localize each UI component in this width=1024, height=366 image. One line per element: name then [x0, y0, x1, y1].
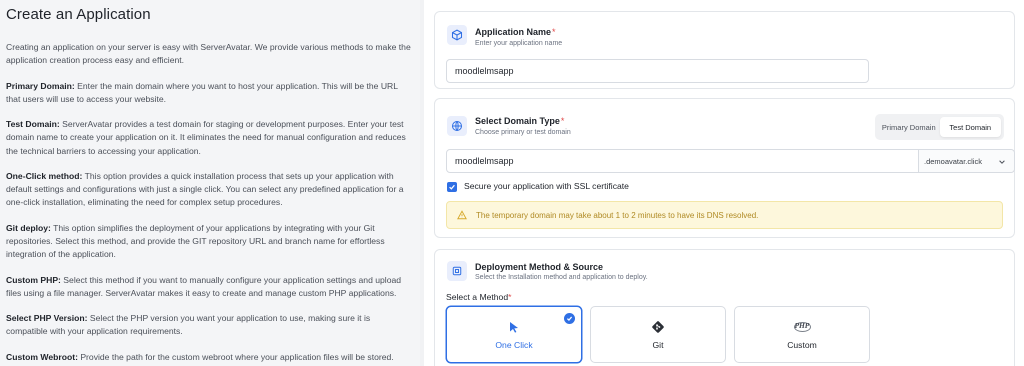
help-primary-domain: Primary Domain: Enter the main domain wh…	[6, 80, 398, 104]
method-one-click-label: One Click	[495, 339, 533, 350]
cube-icon	[447, 25, 467, 45]
domain-suffix-value: .demoavatar.click	[924, 156, 982, 166]
help-panel: Create an Application Creating an applic…	[0, 0, 420, 366]
test-domain-toggle[interactable]: Test Domain	[939, 117, 1001, 137]
deployment-method-title: Deployment Method & Source	[475, 262, 604, 272]
deployment-method-subtitle: Select the Installation method and appli…	[475, 274, 648, 281]
chevron-down-icon	[999, 160, 1005, 164]
help-git-deploy: Git deploy: This option simplifies the d…	[6, 222, 385, 260]
dns-warning-alert: The temporary domain may take about 1 to…	[446, 201, 1003, 229]
method-custom-label: Custom	[787, 339, 817, 350]
help-test-domain: Test Domain: ServerAvatar provides a tes…	[6, 119, 406, 156]
application-name-card: Application Name* Enter your application…	[434, 11, 1015, 89]
server-icon	[447, 261, 467, 281]
form-panel: Application Name* Enter your application…	[424, 0, 1024, 366]
globe-icon	[447, 116, 467, 136]
help-custom-webroot: Custom Webroot: Provide the path for the…	[6, 351, 394, 362]
method-one-click[interactable]: One Click	[446, 306, 582, 363]
application-name-value: moodlelmsapp	[455, 66, 514, 76]
dns-warning-text: The temporary domain may take about 1 to…	[476, 210, 759, 220]
help-php-version: Select PHP Version: Select the PHP versi…	[6, 313, 371, 337]
domain-value: moodlelmsapp	[455, 156, 514, 166]
deployment-method-card: Deployment Method & Source Select the In…	[434, 249, 1015, 366]
page-title: Create an Application	[6, 6, 151, 23]
domain-type-toggle: Primary Domain Test Domain	[875, 114, 1004, 140]
domain-suffix-select[interactable]: .demoavatar.click	[918, 150, 1014, 172]
application-name-title: Application Name*	[475, 27, 556, 37]
help-custom-php: Custom PHP: Select this method if you wa…	[6, 274, 402, 298]
application-name-subtitle: Enter your application name	[475, 40, 563, 47]
ssl-checkbox[interactable]	[447, 182, 457, 192]
cursor-icon	[508, 320, 520, 334]
domain-type-card: Select Domain Type* Choose primary or te…	[434, 98, 1015, 238]
application-name-input[interactable]: moodlelmsapp	[446, 59, 869, 83]
ssl-checkbox-label[interactable]: Secure your application with SSL certifi…	[464, 181, 629, 191]
php-icon: PHP	[793, 321, 811, 332]
warning-icon	[457, 210, 467, 220]
method-git[interactable]: Git	[590, 306, 726, 363]
domain-input[interactable]: moodlelmsapp .demoavatar.click	[446, 149, 1015, 173]
method-git-label: Git	[652, 339, 664, 350]
primary-domain-toggle[interactable]: Primary Domain	[878, 117, 940, 137]
method-custom[interactable]: PHP Custom	[734, 306, 870, 363]
git-icon	[652, 320, 664, 334]
domain-type-subtitle: Choose primary or test domain	[475, 129, 571, 136]
intro-text: Creating an application on your server i…	[6, 42, 411, 66]
selected-check-icon	[564, 313, 575, 324]
help-one-click: One-Click method: This option provides a…	[6, 170, 404, 208]
domain-type-title: Select Domain Type*	[475, 116, 565, 126]
select-method-label: Select a Method*	[446, 292, 512, 302]
